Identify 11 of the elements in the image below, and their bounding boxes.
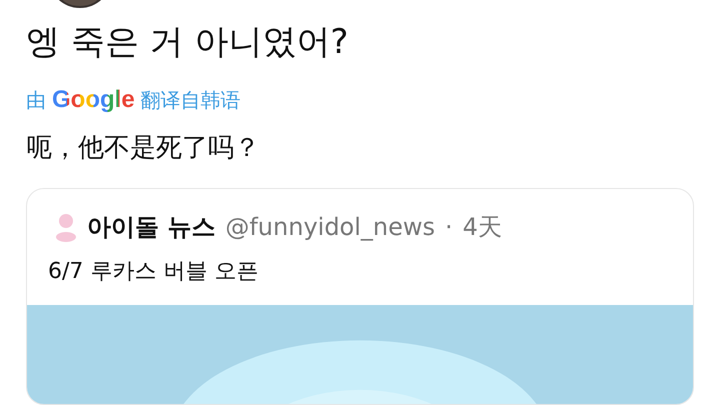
author-name: 아이돌 뉴스 [87,212,216,243]
translation-prefix: 由 [26,87,46,114]
quoted-text: 6/7 루카스 버블 오픈 [47,258,260,286]
translation-source: 翻译自韩语 [140,87,241,114]
quoted-tweet-card[interactable]: 아이돌 뉴스 @funnyidol_news · 4天 6/7 루카스 버블 오픈 [26,188,694,405]
post-time: 4天 [462,212,502,243]
tweet-text: 엥 죽은 거 아니였어? [26,21,350,64]
author-handle: @funnyidol_news [225,212,436,243]
translated-text: 呃，他不是死了吗？ [26,132,261,165]
separator: · [445,212,453,243]
person-icon [55,212,77,242]
